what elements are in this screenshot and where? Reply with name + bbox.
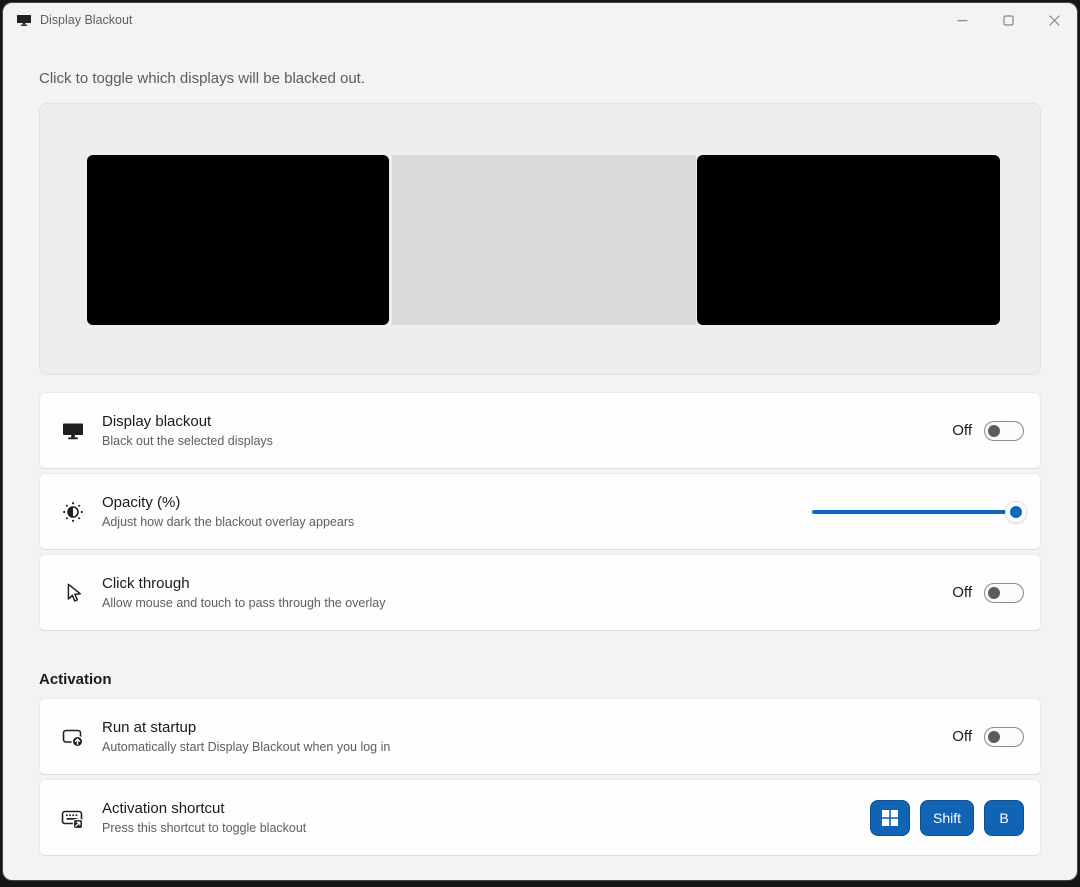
setting-control: Off — [952, 421, 1024, 441]
instruction-text: Click to toggle which displays will be b… — [39, 70, 1041, 87]
setting-subtitle: Press this shortcut to toggle blackout — [102, 821, 870, 835]
keyboard-shortcut-icon — [60, 806, 86, 830]
minimize-icon — [957, 15, 968, 26]
app-monitor-icon — [16, 12, 32, 28]
windows-logo-icon — [882, 810, 898, 826]
opacity-slider[interactable] — [812, 499, 1024, 525]
setting-text: Activation shortcut Press this shortcut … — [102, 800, 870, 835]
shortcut-key-win[interactable] — [870, 800, 910, 836]
setting-card-opacity: Opacity (%) Adjust how dark the blackout… — [39, 473, 1041, 550]
setting-text: Opacity (%) Adjust how dark the blackout… — [102, 494, 812, 529]
minimize-button[interactable] — [939, 3, 985, 37]
setting-control: Shift B — [870, 800, 1024, 836]
setting-title: Activation shortcut — [102, 800, 870, 817]
monitor-icon — [60, 419, 86, 443]
maximize-button[interactable] — [985, 3, 1031, 37]
window-controls — [939, 3, 1077, 37]
monitor-1[interactable] — [87, 155, 389, 325]
close-button[interactable] — [1031, 3, 1077, 37]
click-through-toggle[interactable] — [984, 583, 1024, 603]
toggle-state-label: Off — [952, 728, 972, 745]
setting-title: Display blackout — [102, 413, 952, 430]
setting-subtitle: Black out the selected displays — [102, 434, 952, 448]
settings-card-list: Display blackout Black out the selected … — [39, 392, 1041, 631]
brightness-icon — [60, 500, 86, 524]
setting-title: Run at startup — [102, 719, 952, 736]
startup-icon — [60, 725, 86, 749]
slider-track — [812, 510, 1024, 514]
shortcut-key-shift[interactable]: Shift — [920, 800, 974, 836]
titlebar: Display Blackout — [3, 3, 1077, 37]
setting-subtitle: Adjust how dark the blackout overlay app… — [102, 515, 812, 529]
setting-control: Off — [952, 727, 1024, 747]
activation-card-list: Run at startup Automatically start Displ… — [39, 698, 1041, 856]
setting-card-click-through: Click through Allow mouse and touch to p… — [39, 554, 1041, 631]
setting-text: Click through Allow mouse and touch to p… — [102, 575, 952, 610]
shortcut-key-b[interactable]: B — [984, 800, 1024, 836]
app-window: Display Blackout Click to toggle which d… — [2, 2, 1078, 881]
toggle-knob — [988, 425, 1000, 437]
setting-control — [812, 499, 1024, 525]
close-icon — [1049, 15, 1060, 26]
slider-thumb[interactable] — [1005, 501, 1027, 523]
activation-section-header: Activation — [39, 671, 1041, 688]
window-title: Display Blackout — [40, 13, 132, 27]
setting-card-activation-shortcut: Activation shortcut Press this shortcut … — [39, 779, 1041, 856]
setting-card-display-blackout: Display blackout Black out the selected … — [39, 392, 1041, 469]
setting-text: Display blackout Black out the selected … — [102, 413, 952, 448]
shortcut-keys: Shift B — [870, 800, 1024, 836]
setting-subtitle: Allow mouse and touch to pass through th… — [102, 596, 952, 610]
toggle-knob — [988, 731, 1000, 743]
setting-subtitle: Automatically start Display Blackout whe… — [102, 740, 952, 754]
monitor-2[interactable] — [392, 155, 696, 325]
toggle-state-label: Off — [952, 584, 972, 601]
toggle-knob — [988, 587, 1000, 599]
setting-title: Opacity (%) — [102, 494, 812, 511]
toggle-state-label: Off — [952, 422, 972, 439]
run-at-startup-toggle[interactable] — [984, 727, 1024, 747]
setting-control: Off — [952, 583, 1024, 603]
setting-text: Run at startup Automatically start Displ… — [102, 719, 952, 754]
setting-card-run-at-startup: Run at startup Automatically start Displ… — [39, 698, 1041, 775]
cursor-icon — [60, 581, 86, 605]
display-picker-panel — [39, 103, 1041, 375]
maximize-icon — [1003, 15, 1014, 26]
display-blackout-toggle[interactable] — [984, 421, 1024, 441]
setting-title: Click through — [102, 575, 952, 592]
monitor-3[interactable] — [697, 155, 1000, 325]
